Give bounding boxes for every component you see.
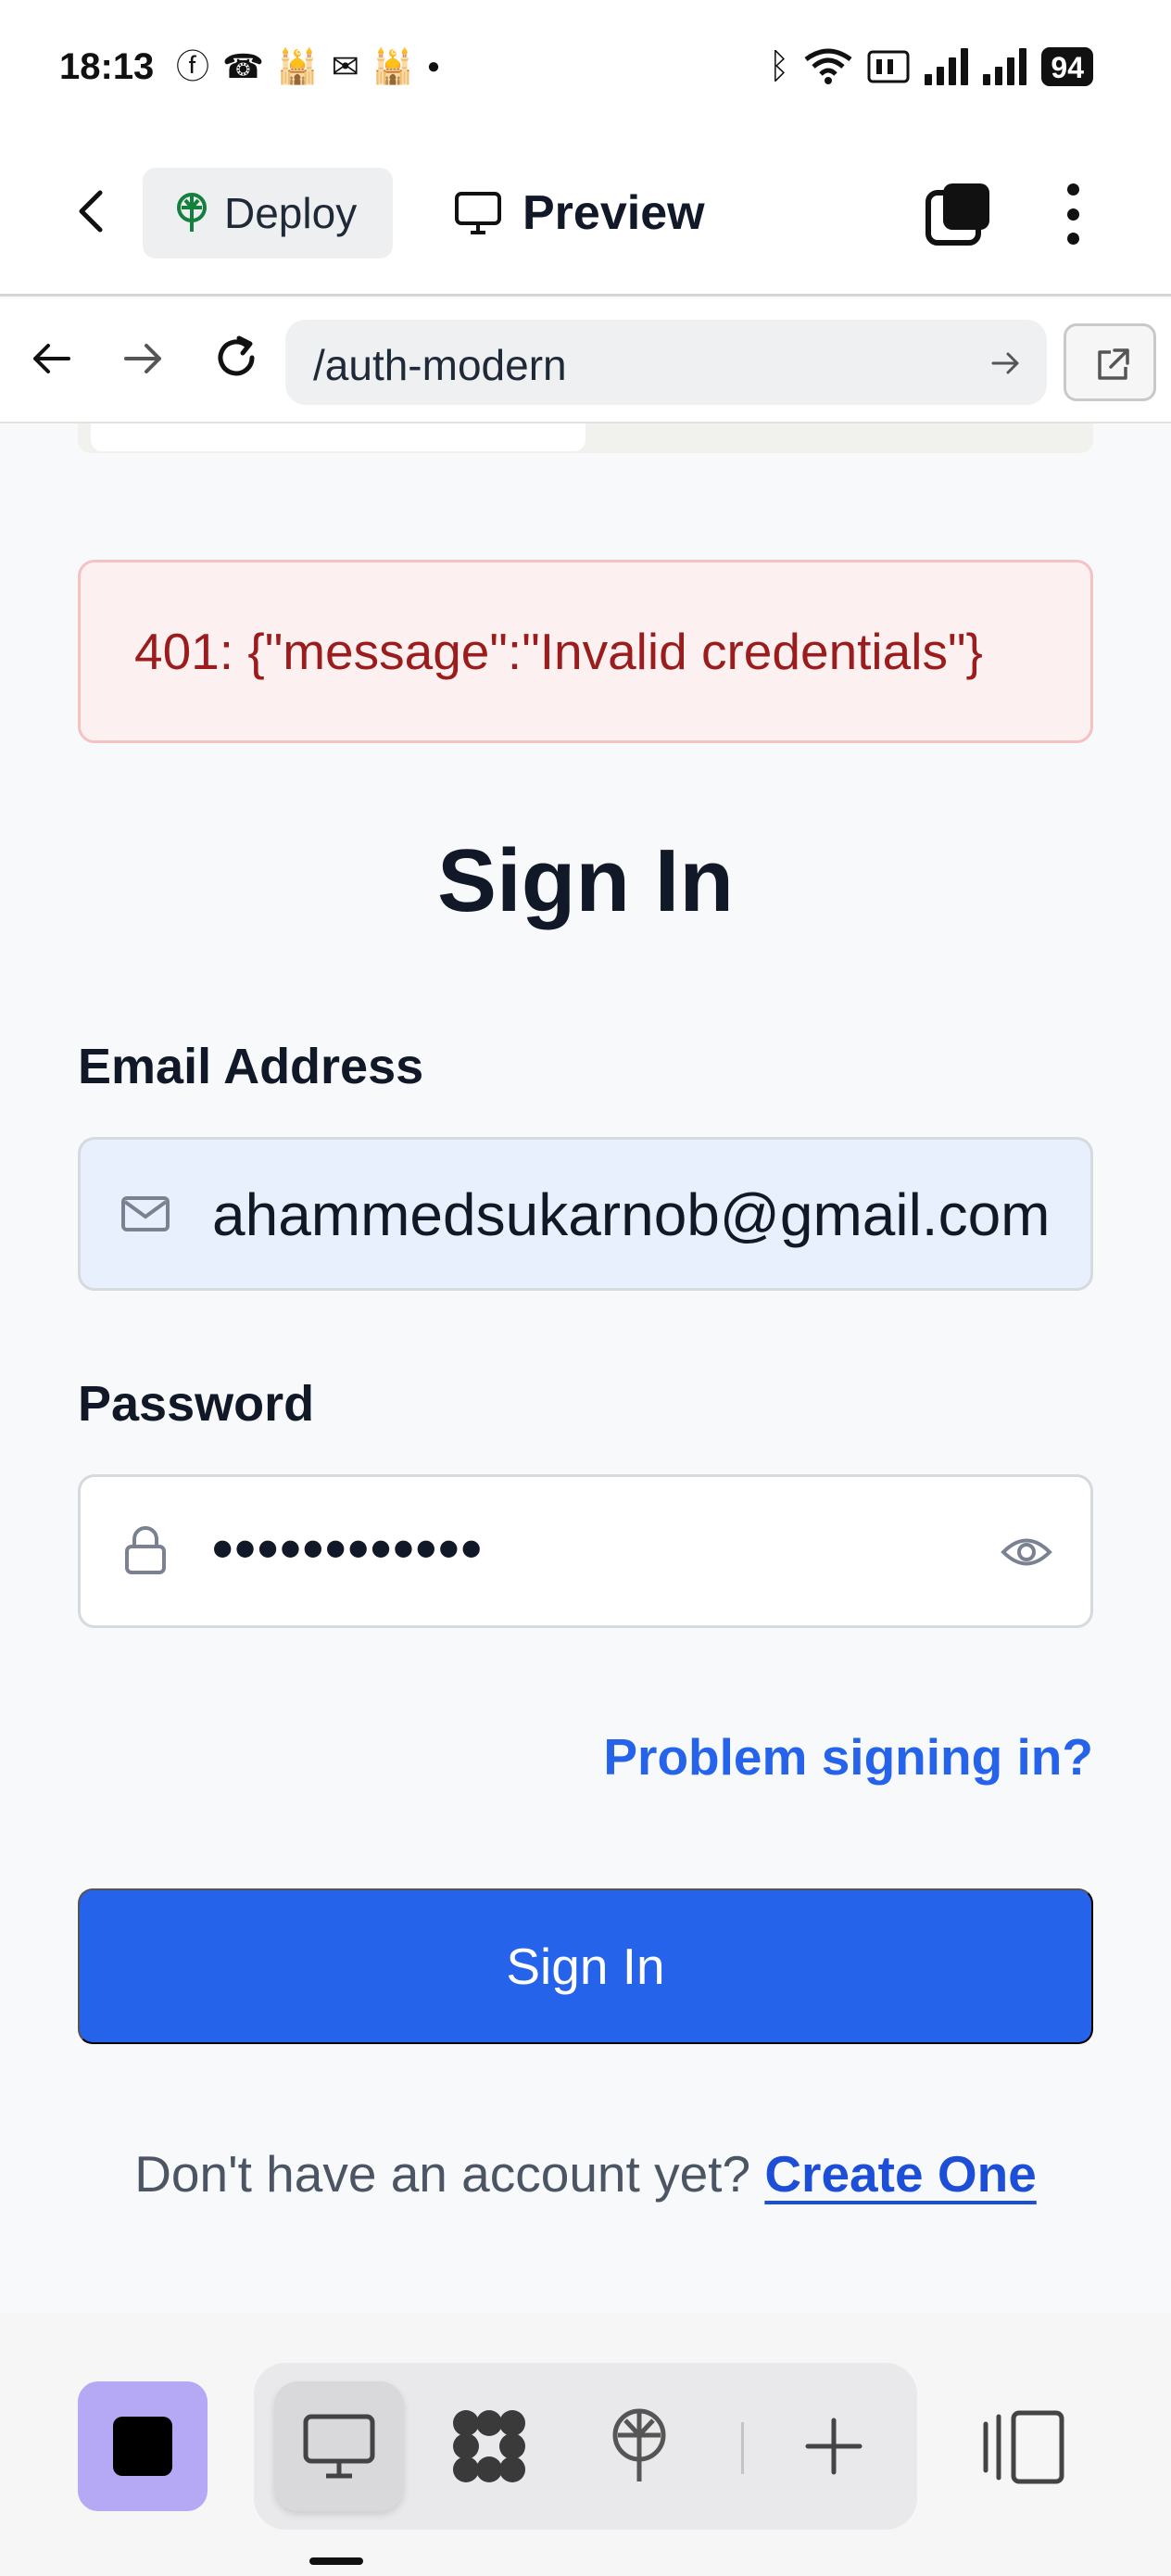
page-top-strip — [78, 423, 1093, 453]
pattern-tool-button[interactable] — [424, 2381, 554, 2511]
missed-call-icon: ☎ — [222, 47, 264, 85]
app-toolbar: Deploy Preview — [0, 139, 1171, 297]
dock-tools — [254, 2363, 917, 2530]
more-options-icon[interactable] — [1056, 180, 1089, 248]
deploy-label: Deploy — [224, 189, 358, 237]
mail-icon — [121, 1196, 170, 1231]
add-button[interactable] — [769, 2381, 899, 2511]
preview-button[interactable]: Preview — [454, 168, 705, 259]
mosque-icon: 🕌 — [276, 47, 319, 85]
page-title: Sign In — [437, 831, 734, 930]
system-indicators: ᛒ 94 — [769, 46, 1093, 87]
sign-in-button[interactable]: Sign In — [78, 1888, 1093, 2044]
error-message: 401: {"message":"Invalid credentials"} — [134, 623, 983, 680]
eye-icon[interactable] — [1000, 1525, 1053, 1579]
deploy-button[interactable]: Deploy — [143, 168, 393, 259]
wifi-icon — [804, 48, 852, 84]
email-label: Email Address — [78, 1039, 424, 1094]
back-chevron-icon[interactable] — [65, 183, 120, 239]
preview-label: Preview — [523, 186, 705, 240]
status-bar: 18:13 ⓕ ☎ 🕌 ✉ 🕌 ● ᛒ 94 — [0, 0, 1171, 139]
stop-icon — [113, 2417, 172, 2476]
signup-prompt: Don't have an account yet? — [134, 2145, 751, 2203]
go-arrow-icon[interactable] — [988, 346, 1023, 381]
create-account-link[interactable]: Create One — [764, 2145, 1036, 2203]
email-field[interactable]: ahammedsukarnob@gmail.com — [78, 1137, 1093, 1291]
status-time: 18:13 — [59, 46, 155, 87]
facebook-icon: ⓕ — [176, 47, 210, 85]
monitor-icon — [455, 192, 501, 234]
url-field[interactable]: /auth-modern — [285, 320, 1047, 405]
external-link-icon — [1098, 348, 1129, 380]
monitor-icon — [303, 2414, 375, 2479]
problem-signing-in-link[interactable]: Problem signing in? — [603, 1727, 1093, 1787]
tabs-icon[interactable] — [925, 180, 993, 248]
battery-indicator: 94 — [1041, 47, 1093, 86]
deploy-tool-button[interactable] — [574, 2381, 704, 2511]
arrow-right-icon[interactable] — [119, 335, 167, 383]
reload-icon[interactable] — [209, 331, 263, 385]
bottom-dock — [0, 2313, 1171, 2576]
notification-icons: ⓕ ☎ 🕌 ✉ 🕌 ● — [176, 48, 440, 85]
error-alert: 401: {"message":"Invalid credentials"} — [78, 560, 1093, 743]
lock-icon — [125, 1526, 166, 1574]
deploy-icon — [612, 2408, 666, 2481]
home-indicator — [309, 2557, 363, 2565]
open-external-button[interactable] — [1064, 323, 1156, 401]
signal-icon — [983, 48, 1027, 85]
url-text: /auth-modern — [313, 341, 567, 389]
dot-icon: ● — [426, 54, 441, 79]
password-value: •••••••••••• — [212, 1515, 484, 1582]
signup-prompt-row: Don't have an account yet? Create One — [0, 2144, 1171, 2203]
desktop-view-button[interactable] — [274, 2381, 404, 2511]
password-label: Password — [78, 1376, 315, 1432]
dock-separator — [741, 2422, 744, 2474]
arrow-left-icon[interactable] — [28, 335, 76, 383]
stop-button[interactable] — [78, 2381, 208, 2511]
signal-icon — [925, 48, 969, 85]
split-layout-icon[interactable] — [978, 2406, 1071, 2489]
mosque-icon: 🕌 — [371, 47, 414, 85]
password-field[interactable]: •••••••••••• — [78, 1474, 1093, 1628]
url-bar: /auth-modern — [0, 299, 1171, 423]
email-value: ahammedsukarnob@gmail.com — [212, 1181, 1051, 1248]
bluetooth-icon: ᛒ — [768, 47, 790, 86]
deploy-icon — [177, 193, 207, 232]
my-app-icon: ✉ — [331, 47, 359, 85]
plus-icon — [805, 2418, 863, 2475]
pattern-icon — [453, 2410, 525, 2482]
volte-icon — [867, 50, 910, 83]
